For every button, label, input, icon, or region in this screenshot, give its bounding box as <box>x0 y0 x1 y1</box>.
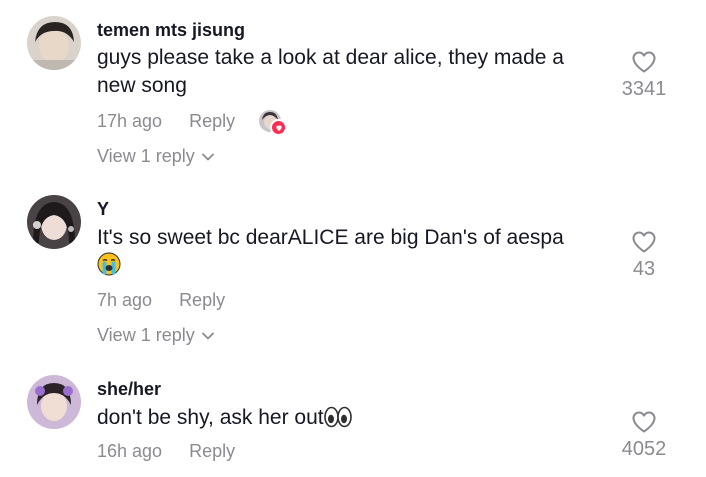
comment-timestamp: 17h ago <box>97 110 163 131</box>
comment-text-body: It's so sweet bc dearALICE are big Dan's… <box>97 226 564 249</box>
view-replies-label: View 1 reply <box>97 325 195 345</box>
comment-timestamp: 16h ago <box>97 441 163 461</box>
comment-text: don't be shy, ask her out <box>97 404 607 436</box>
like-count: 3341 <box>621 78 667 100</box>
comment-meta: 17h ago Reply <box>97 110 288 136</box>
comment-meta: 7h ago Reply <box>97 290 225 311</box>
like-count: 4052 <box>621 438 667 460</box>
comment-text: It's so sweet bc dearALICE are big Dan's… <box>97 224 607 284</box>
heart-outline-icon <box>632 231 656 253</box>
comment-username[interactable]: Y <box>97 199 109 220</box>
heart-outline-icon <box>632 51 656 73</box>
view-replies-button[interactable]: View 1 reply <box>97 325 214 346</box>
comment-meta: 16h ago Reply <box>97 441 235 462</box>
comment-text: guys please take a look at dear alice, t… <box>97 46 564 97</box>
avatar[interactable] <box>27 195 81 249</box>
chevron-down-icon <box>201 153 214 160</box>
view-replies-label: View 1 reply <box>97 146 195 166</box>
eyes-icon <box>323 406 352 436</box>
reply-button[interactable]: Reply <box>189 441 235 462</box>
loudly-crying-face-icon <box>97 252 121 284</box>
like-button[interactable]: 4052 <box>612 410 676 461</box>
view-replies-button[interactable]: View 1 reply <box>97 146 214 167</box>
comment-timestamp: 7h ago <box>97 290 153 310</box>
reply-button[interactable]: Reply <box>189 111 235 132</box>
creator-liked-badge-icon <box>259 110 288 136</box>
like-button[interactable]: 3341 <box>612 50 676 101</box>
avatar[interactable] <box>27 375 81 429</box>
comment-username[interactable]: temen mts jisung <box>97 20 245 41</box>
comment-username[interactable]: she/her <box>97 379 161 400</box>
like-button[interactable]: 43 <box>612 230 676 281</box>
like-count: 43 <box>632 258 656 280</box>
chevron-down-icon <box>201 332 214 339</box>
comment-text-body: don't be shy, ask her out <box>97 406 324 429</box>
heart-outline-icon <box>632 411 656 433</box>
reply-button[interactable]: Reply <box>179 290 225 311</box>
avatar[interactable] <box>27 16 81 70</box>
